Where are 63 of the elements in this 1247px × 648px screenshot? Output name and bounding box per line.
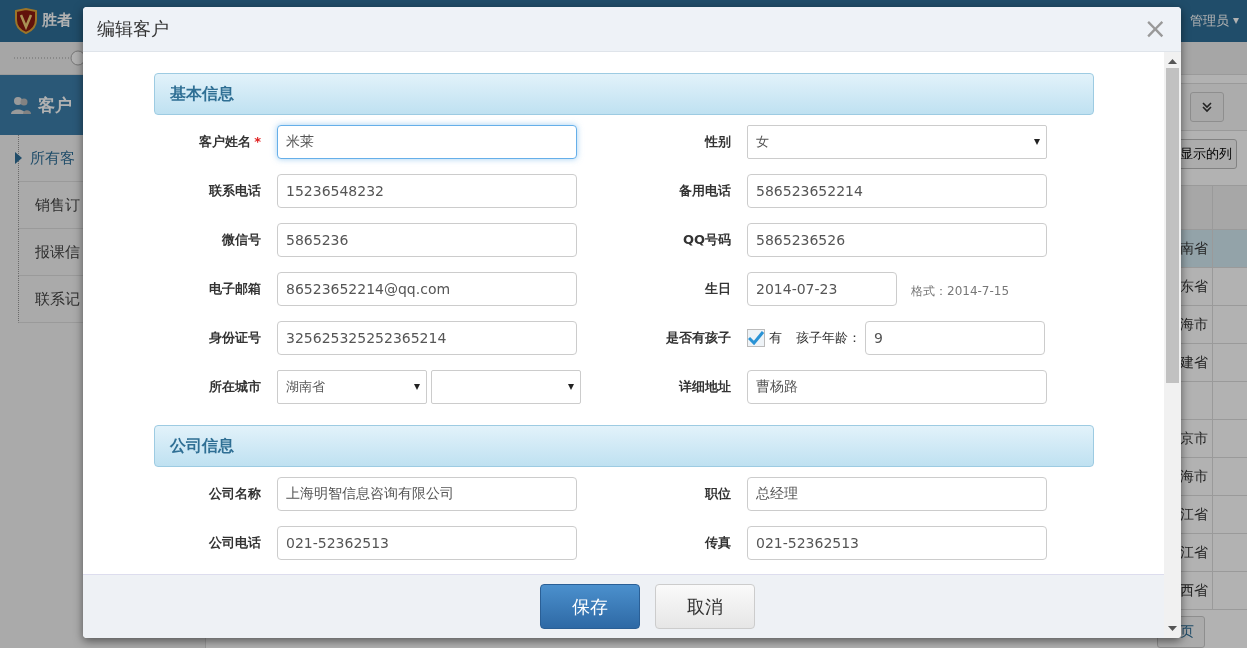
double-chevron-icon	[1201, 101, 1213, 113]
field-label: 联系电话	[208, 182, 261, 200]
user-menu[interactable]: 管理员	[1190, 11, 1239, 30]
field-label: 公司名称	[208, 485, 261, 503]
text-field[interactable]: 5865236526	[747, 223, 1047, 257]
table-cell: 海市	[1180, 315, 1208, 334]
field-label: 性别	[703, 133, 731, 151]
shield-logo-icon	[14, 7, 38, 34]
text-field[interactable]: 曹杨路	[747, 370, 1047, 404]
age-field[interactable]: 9	[865, 321, 1045, 355]
field-label: 微信号	[221, 231, 261, 249]
scrollbar[interactable]	[1164, 52, 1181, 638]
scroll-down-icon[interactable]	[1168, 626, 1177, 632]
table-cell: 海市	[1180, 467, 1208, 486]
checkbox-label: 有	[769, 329, 782, 347]
field-label: 是否有孩子	[665, 329, 731, 347]
collapse-handle-icon[interactable]	[14, 47, 84, 68]
checkbox[interactable]	[747, 329, 765, 347]
save-button[interactable]: 保存	[540, 584, 640, 629]
age-label: 孩子年龄：	[796, 329, 861, 347]
required-icon: *	[254, 134, 261, 149]
text-field[interactable]: 总经理	[747, 477, 1047, 511]
format-hint: 格式：2014-7-15	[911, 283, 1010, 300]
table-cell: 西省	[1180, 581, 1208, 600]
scroll-up-icon[interactable]	[1168, 58, 1177, 64]
select-field[interactable]: 女	[747, 125, 1047, 159]
text-field[interactable]: 325625325252365214	[277, 321, 577, 355]
city-select[interactable]	[431, 370, 581, 404]
table-cell: 东省	[1180, 277, 1208, 296]
cancel-button[interactable]: 取消	[655, 584, 755, 629]
section-header: 公司信息	[154, 425, 1094, 467]
brand-name: 胜者	[42, 11, 72, 31]
section-header: 基本信息	[154, 73, 1094, 115]
text-field[interactable]: 86523652214@qq.com	[277, 272, 577, 306]
field-label: 传真	[703, 534, 731, 552]
text-field[interactable]: 米莱	[277, 125, 577, 159]
dialog-title: 编辑客户	[97, 17, 169, 41]
field-label: 电子邮箱	[208, 280, 261, 298]
field-label: 身份证号	[208, 329, 261, 347]
province-select[interactable]: 湖南省	[277, 370, 427, 404]
text-field[interactable]: 021-52362513	[277, 526, 577, 560]
field-label: 所在城市	[208, 378, 261, 396]
field-label: 生日	[704, 280, 731, 298]
field-label: 备用电话	[678, 182, 731, 200]
field-label: 职位	[704, 485, 731, 503]
text-field[interactable]: 5865236	[277, 223, 577, 257]
date-field[interactable]: 2014-07-23	[747, 272, 897, 306]
text-field[interactable]: 021-52362513	[747, 526, 1047, 560]
text-field[interactable]: 586523652214	[747, 174, 1047, 208]
table-cell: 京市	[1180, 429, 1208, 448]
expand-button[interactable]	[1190, 92, 1224, 122]
table-cell: 南省	[1180, 239, 1208, 258]
field-label: QQ号码	[681, 231, 731, 249]
sidebar-section-title: 客户	[38, 93, 72, 117]
text-field[interactable]: 上海明智信息咨询有限公司	[277, 477, 577, 511]
users-icon	[10, 95, 32, 115]
field-label: 公司电话	[208, 534, 261, 552]
text-field[interactable]: 15236548232	[277, 174, 577, 208]
field-label: 详细地址	[677, 378, 731, 396]
table-cell: 江省	[1180, 505, 1208, 524]
table-cell: 建省	[1180, 353, 1208, 372]
table-cell: 江省	[1180, 543, 1208, 562]
field-label: 客户姓名 *	[198, 133, 261, 151]
